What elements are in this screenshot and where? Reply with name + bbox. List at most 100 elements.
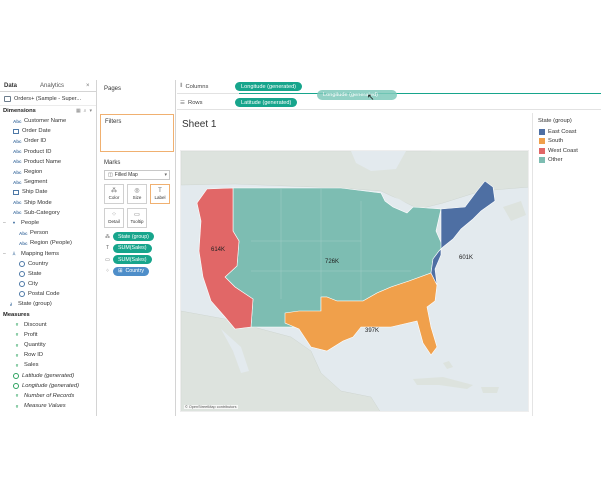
mark-type-dropdown[interactable]: ◫ Filled Map ▾ <box>104 170 170 180</box>
field-label: State (group) <box>18 301 52 308</box>
legend-label: Other <box>548 157 563 164</box>
data-source[interactable]: Orders+ (Sample - Super... <box>0 92 96 106</box>
field-label: Customer Name <box>24 118 67 125</box>
legend-swatch <box>539 138 545 145</box>
detail-button[interactable]: ⁘ Detail <box>104 208 124 228</box>
label-button[interactable]: T Label <box>150 184 170 204</box>
grid-icon[interactable]: ▦ <box>76 108 81 114</box>
collapse-caret-icon[interactable]: – <box>3 220 7 226</box>
field-region-people[interactable]: Abc Region (People) <box>0 238 96 248</box>
globe-icon <box>13 382 19 389</box>
close-icon[interactable]: × <box>86 80 90 91</box>
number-icon: # <box>15 393 19 399</box>
person-icon: ● <box>12 220 16 226</box>
filled-map-icon: ◫ <box>108 172 113 178</box>
field-quantity[interactable]: # Quantity <box>0 340 96 350</box>
field-ship-date[interactable]: Ship Date <box>0 187 96 197</box>
legend-item-south[interactable]: South <box>536 137 600 147</box>
size-button[interactable]: ◎ Size <box>127 184 147 204</box>
dimensions-list: Abc Customer Name Order Date Abc Order ID Abc… <box>0 116 96 218</box>
string-icon: Abc <box>19 240 28 246</box>
field-number-of-records[interactable]: # Number of Records <box>0 391 96 401</box>
field-measure-values[interactable]: # Measure Values <box>0 401 96 411</box>
field-state-group[interactable]: ∂ State (group) <box>0 299 96 309</box>
tooltip-icon: ▭ <box>105 256 110 263</box>
field-label: Postal Code <box>28 291 60 298</box>
mapping-list: Country State City Postal Code <box>0 259 96 300</box>
chevron-down-icon[interactable]: ▾ <box>89 108 92 114</box>
legend-title: State (group) <box>538 118 572 124</box>
field-segment[interactable]: Abc Segment <box>0 177 96 187</box>
pill-state-group[interactable]: State (group) <box>113 232 154 241</box>
string-icon: Abc <box>13 200 22 206</box>
pill-sum-sales-tooltip[interactable]: SUM(Sales) <box>113 255 152 264</box>
field-person[interactable]: Abc Person <box>0 228 96 238</box>
legend-label: West Coast <box>548 147 578 154</box>
field-label: State <box>28 270 42 277</box>
size-button-label: Size <box>132 195 142 200</box>
color-legend[interactable]: State (group) East Coast South West Coast O… <box>536 115 600 167</box>
field-discount[interactable]: # Discount <box>0 320 96 330</box>
legend-item-east-coast[interactable]: East Coast <box>536 127 600 137</box>
legend-swatch <box>539 128 545 135</box>
legend-panel: State (group) East Coast South West Coast O… <box>532 113 601 416</box>
legend-swatch <box>539 157 545 164</box>
cards-panel: Pages Filters Marks ◫ Filled Map ▾ ⁂ Col… <box>98 80 176 416</box>
field-row-id[interactable]: # Row ID <box>0 350 96 360</box>
folder-label: People <box>21 219 40 226</box>
map-view[interactable]: 614K 726K 601K 397K © OpenStreetMap cont… <box>180 150 529 412</box>
field-region[interactable]: Abc Region <box>0 167 96 177</box>
dimensions-header-label: Dimensions <box>3 108 36 114</box>
database-icon <box>4 95 11 102</box>
label-other: 726K <box>325 259 339 265</box>
field-longitude-generated[interactable]: Longitude (generated) <box>0 381 96 391</box>
mark-buttons-row-1: ⁂ Color ◎ Size T Label <box>104 184 174 204</box>
field-ship-mode[interactable]: Abc Ship Mode <box>0 198 96 208</box>
field-country[interactable]: Country <box>0 259 96 269</box>
map-attribution[interactable]: © OpenStreetMap contributors <box>184 405 238 409</box>
field-label: Region (People) <box>30 240 72 247</box>
field-sales[interactable]: # Sales <box>0 360 96 370</box>
legend-item-other[interactable]: Other <box>536 156 600 166</box>
color-button[interactable]: ⁂ Color <box>104 184 124 204</box>
tab-data[interactable]: Data <box>0 80 36 91</box>
search-icon[interactable]: ⌕ <box>84 108 87 114</box>
measures-header-label: Measures <box>3 311 30 318</box>
measures-header: Measures <box>0 310 96 320</box>
field-product-id[interactable]: Abc Product ID <box>0 147 96 157</box>
pages-card[interactable]: Pages <box>100 82 174 110</box>
rows-icon: ☰ <box>180 99 186 106</box>
label-south: 397K <box>365 328 379 334</box>
field-order-id[interactable]: Abc Order ID <box>0 136 96 146</box>
filters-card[interactable]: Filters <box>100 114 174 152</box>
mark-pill-row: ⁘ ⊞ Country <box>104 266 174 276</box>
string-icon: Abc <box>13 138 22 144</box>
chevron-down-icon: ▾ <box>164 172 167 178</box>
columns-pill-longitude[interactable]: Longitude (generated) <box>235 81 303 92</box>
folder-people[interactable]: – ● People <box>0 218 96 228</box>
pill-country[interactable]: ⊞ Country <box>113 266 149 276</box>
field-city[interactable]: City <box>0 279 96 289</box>
field-postal-code[interactable]: Postal Code <box>0 289 96 299</box>
field-product-name[interactable]: Abc Product Name <box>0 157 96 167</box>
size-icon: ◎ <box>134 188 140 194</box>
tooltip-button[interactable]: ▭ Tooltip <box>127 208 147 228</box>
field-profit[interactable]: # Profit <box>0 330 96 340</box>
tooltip-button-label: Tooltip <box>130 219 144 224</box>
field-latitude-generated[interactable]: Latitude (generated) <box>0 371 96 381</box>
field-label: Sub-Category <box>24 209 60 216</box>
collapse-caret-icon[interactable]: – <box>3 251 7 257</box>
legend-item-west-coast[interactable]: West Coast <box>536 146 600 156</box>
field-state[interactable]: State <box>0 269 96 279</box>
pill-sum-sales-label[interactable]: SUM(Sales) <box>113 243 152 253</box>
folder-mapping-items[interactable]: – ⅄ Mapping Items <box>0 248 96 258</box>
label-button-label: Label <box>154 195 166 200</box>
field-customer-name[interactable]: Abc Customer Name <box>0 116 96 126</box>
rows-pill-latitude[interactable]: Latitude (generated) <box>235 97 298 108</box>
sheet-title[interactable]: Sheet 1 <box>182 119 216 130</box>
tab-analytics[interactable]: Analytics <box>36 80 86 91</box>
field-sub-category[interactable]: Abc Sub-Category <box>0 208 96 218</box>
folder-label: Mapping Items <box>21 250 60 257</box>
field-order-date[interactable]: Order Date <box>0 126 96 136</box>
dragging-pill-longitude[interactable]: Longitude (generated) <box>317 90 397 100</box>
